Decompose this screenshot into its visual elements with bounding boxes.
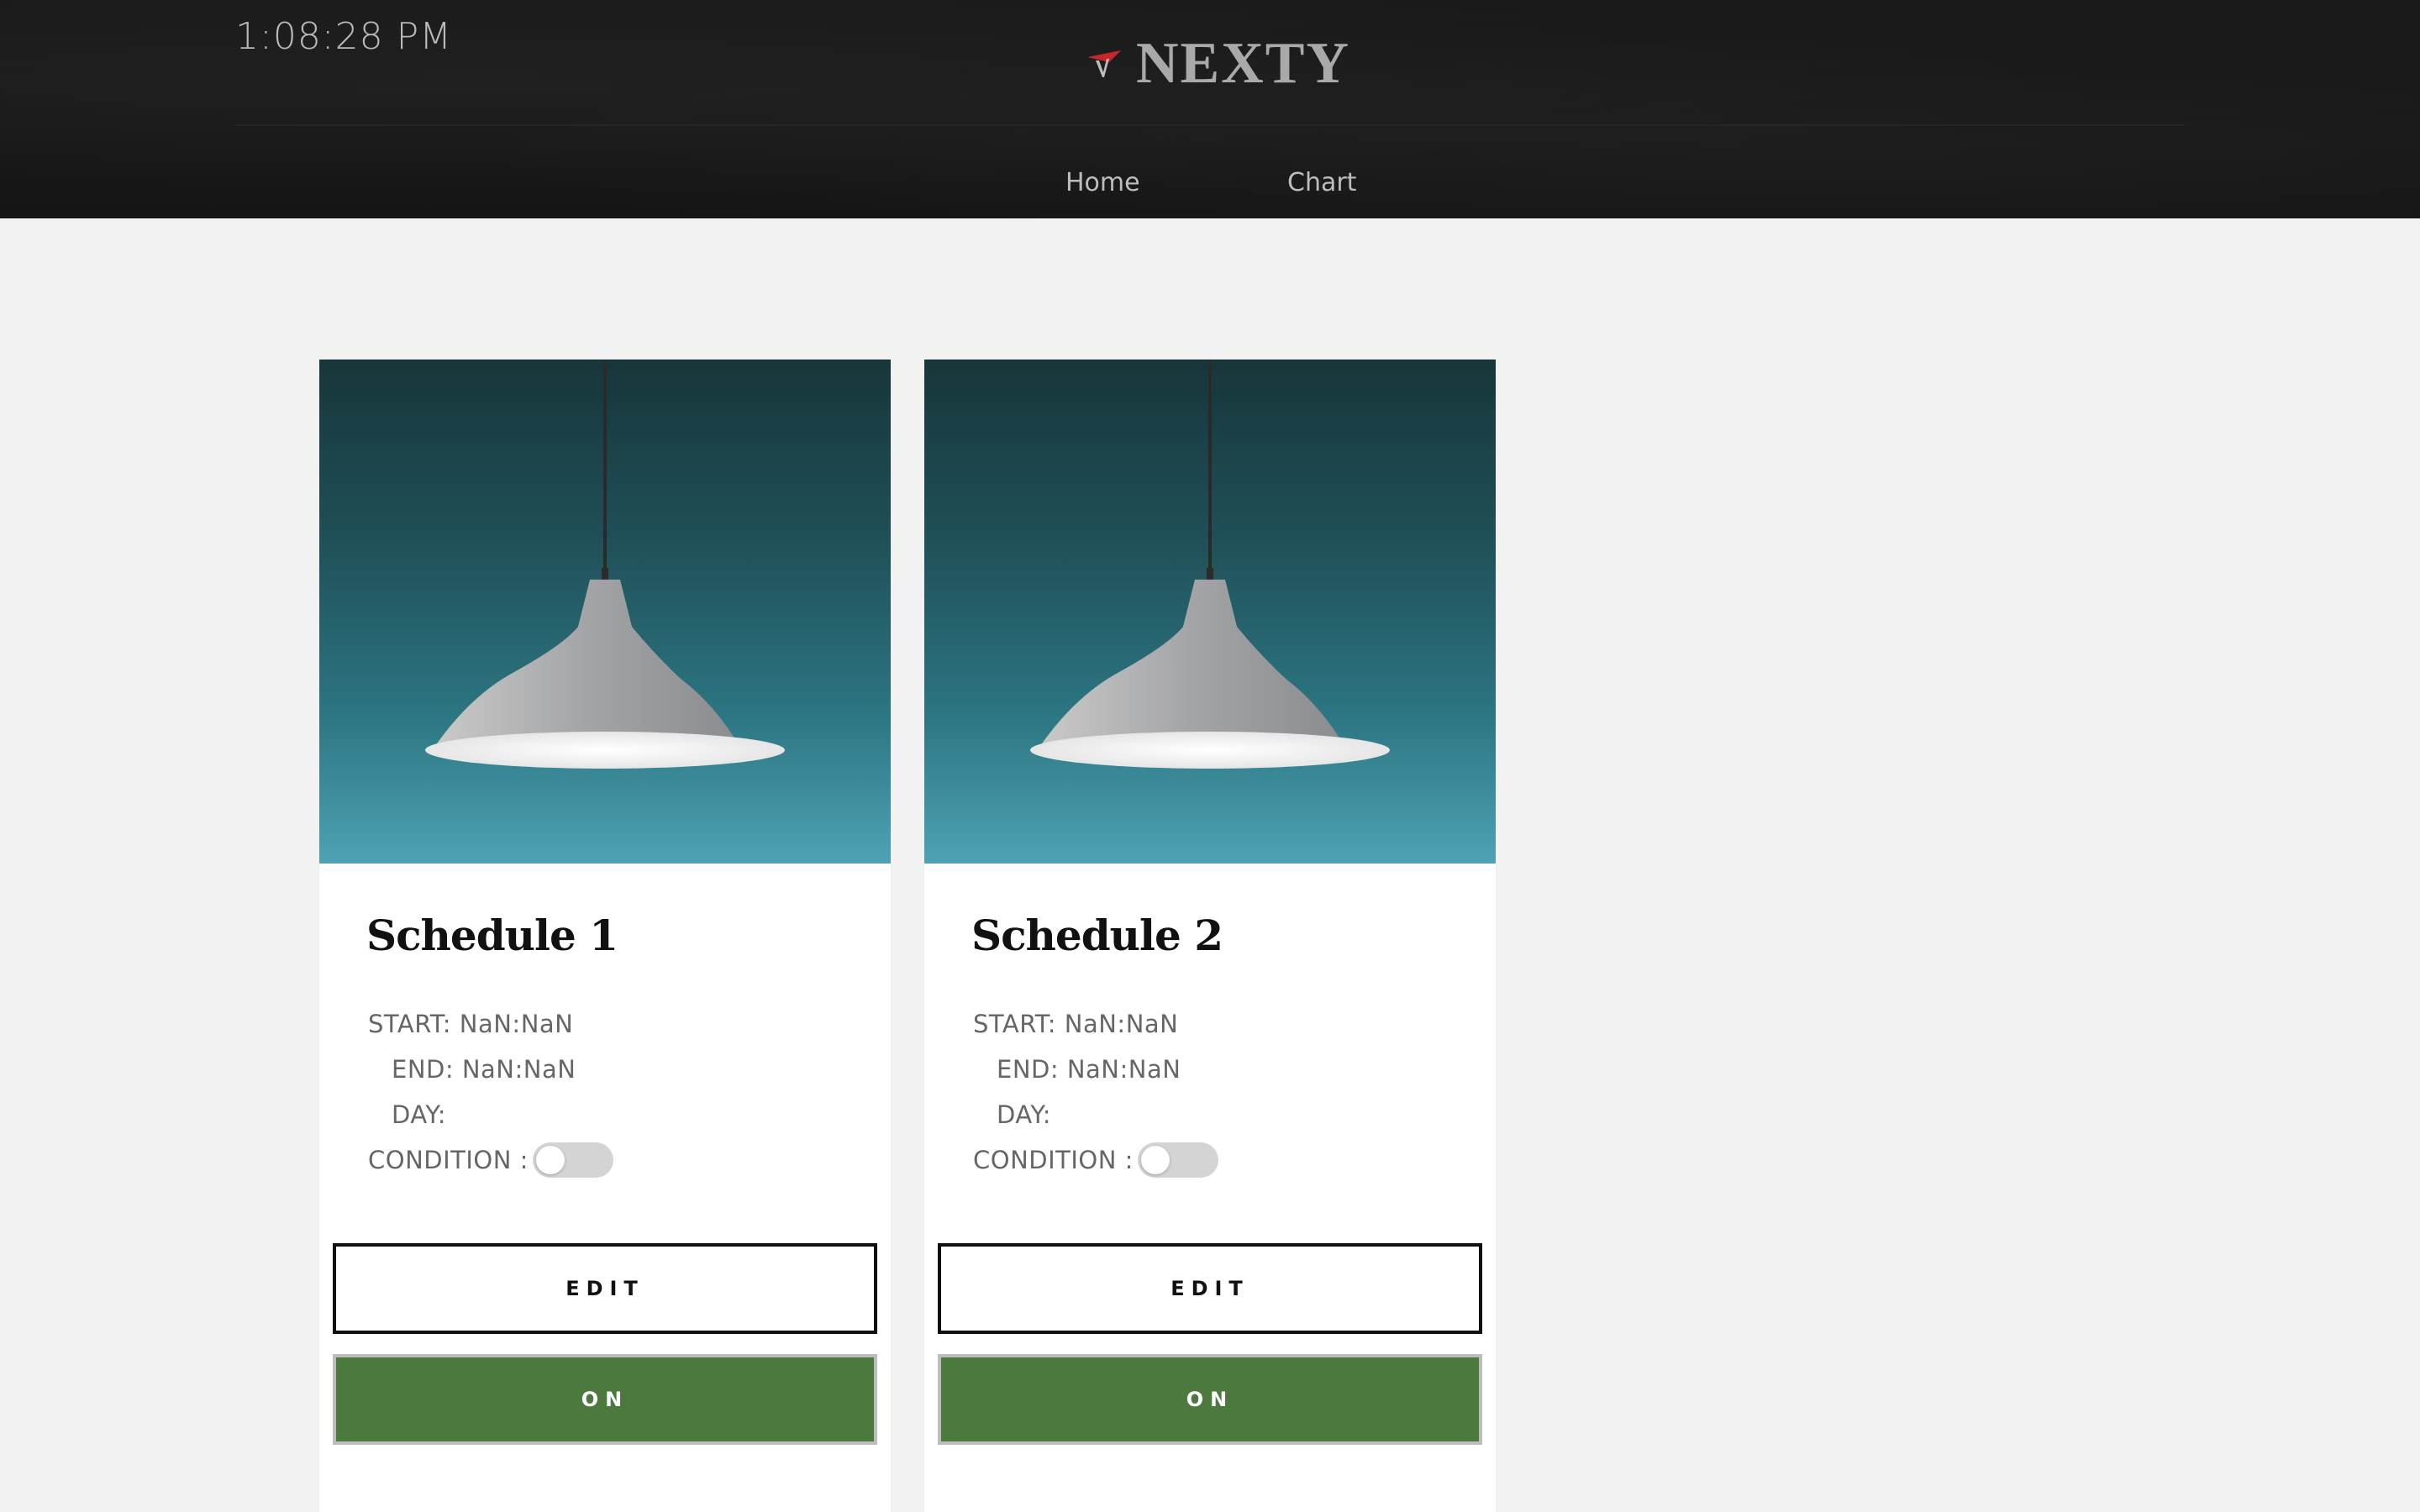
schedule-card: Schedule 1 START: NaN:NaN END: NaN:NaN D… bbox=[319, 360, 891, 1512]
pendant-lamp-image bbox=[319, 360, 891, 864]
schedule-end: END: NaN:NaN bbox=[392, 1055, 576, 1084]
pendant-lamp-image bbox=[924, 360, 1496, 864]
toggle-knob bbox=[536, 1146, 565, 1174]
nexty-logo-icon bbox=[1087, 50, 1121, 77]
schedule-title: Schedule 1 bbox=[366, 911, 618, 960]
on-button[interactable]: ON bbox=[938, 1354, 1482, 1445]
schedule-start: START: NaN:NaN bbox=[973, 1010, 1179, 1038]
brand-name: NEXTY bbox=[1136, 31, 1351, 96]
schedule-day: DAY: bbox=[392, 1100, 447, 1129]
clock-display: 1:08:28 PM bbox=[235, 15, 453, 58]
header-divider bbox=[235, 124, 2185, 126]
edit-button[interactable]: EDIT bbox=[333, 1243, 877, 1334]
nav-chart-link[interactable]: Chart bbox=[1287, 168, 1356, 197]
condition-label: CONDITION : bbox=[368, 1146, 529, 1174]
nav-home-link[interactable]: Home bbox=[1065, 168, 1140, 197]
top-header: 1:08:28 PM NEXTY Home Chart bbox=[0, 0, 2420, 218]
toggle-knob bbox=[1141, 1146, 1170, 1174]
schedule-start: START: NaN:NaN bbox=[368, 1010, 574, 1038]
edit-button[interactable]: EDIT bbox=[938, 1243, 1482, 1334]
schedule-title: Schedule 2 bbox=[971, 911, 1223, 960]
condition-toggle[interactable] bbox=[533, 1142, 613, 1178]
condition-toggle[interactable] bbox=[1138, 1142, 1218, 1178]
on-button[interactable]: ON bbox=[333, 1354, 877, 1445]
brand-logo-link[interactable]: NEXTY bbox=[1084, 30, 1350, 97]
schedule-day: DAY: bbox=[997, 1100, 1052, 1129]
condition-label: CONDITION : bbox=[973, 1146, 1134, 1174]
main-nav: Home Chart bbox=[0, 168, 2420, 205]
schedule-card: Schedule 2 START: NaN:NaN END: NaN:NaN D… bbox=[924, 360, 1496, 1512]
schedule-end: END: NaN:NaN bbox=[997, 1055, 1181, 1084]
